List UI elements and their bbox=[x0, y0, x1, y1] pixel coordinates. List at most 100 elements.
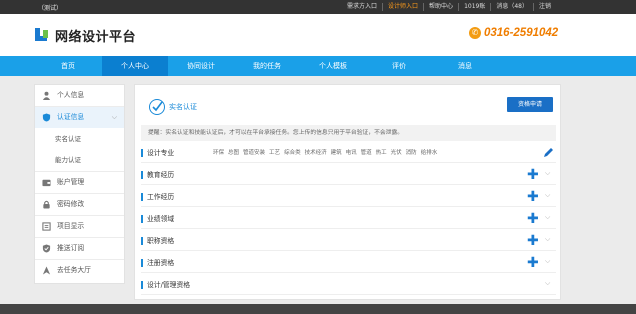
section-row-work: 工作经历 ✚ ⌵ bbox=[141, 187, 556, 207]
specialty-tag: 给排水 bbox=[420, 150, 438, 156]
sidebar-item-label: 项目显示 bbox=[57, 222, 85, 230]
specialty-tag: 环保 bbox=[213, 150, 225, 156]
chevron-down-icon[interactable]: ⌵ bbox=[545, 191, 550, 200]
user-icon bbox=[42, 91, 51, 100]
list-icon bbox=[42, 222, 51, 231]
sidebar-item-label: 推送订阅 bbox=[57, 244, 85, 252]
section-marker bbox=[141, 281, 143, 289]
shield-check-icon bbox=[42, 244, 51, 253]
sidebar-item-profile[interactable]: 个人信息 bbox=[35, 85, 124, 106]
add-icon[interactable]: ✚ bbox=[527, 256, 539, 270]
sidebar-item-subscribe[interactable]: 推送订阅 bbox=[35, 238, 124, 259]
navigate-icon bbox=[42, 266, 51, 275]
specialty-tag: 消防 bbox=[405, 150, 417, 156]
section-row-title: 职称资格 ✚ ⌵ bbox=[141, 231, 556, 251]
section-label: 教育经历 bbox=[147, 171, 175, 179]
section-label: 工作经历 bbox=[147, 193, 175, 201]
sidebar-item-account[interactable]: 账户管理 bbox=[35, 172, 124, 193]
section-marker bbox=[141, 259, 143, 267]
sidebar-subitem-realname[interactable]: 实名认证 bbox=[35, 129, 124, 149]
section-label: 业绩领域 bbox=[147, 215, 175, 223]
chevron-down-icon: ⌵ bbox=[111, 113, 117, 121]
sidebar: 个人信息 认证信息 ⌵ 实名认证 能力认证 账户管理 密码修改 项目显示 推送订… bbox=[34, 84, 125, 284]
phone-number: 0316-2591042 bbox=[484, 27, 559, 39]
section-label: 设计/管理资格 bbox=[147, 281, 191, 289]
add-icon[interactable]: ✚ bbox=[527, 234, 539, 248]
chevron-down-icon[interactable]: ⌵ bbox=[545, 235, 550, 244]
specialty-tag: 建筑 bbox=[330, 150, 342, 156]
cert-header: 实名认证 bbox=[149, 95, 197, 119]
section-row-registration: 注册资格 ✚ ⌵ bbox=[141, 253, 556, 273]
section-marker bbox=[141, 193, 143, 201]
phone-contact: ✆ 0316-2591042 bbox=[469, 27, 558, 39]
chevron-down-icon[interactable]: ⌵ bbox=[545, 257, 550, 266]
top-bar: （测试） 需求方入口 设计师入口 帮助中心 1019账 消息（48） 注销 bbox=[0, 0, 636, 14]
chevron-down-icon[interactable]: ⌵ bbox=[545, 213, 550, 222]
sidebar-item-label: 账户管理 bbox=[57, 178, 85, 186]
specialty-tag: 光伏 bbox=[390, 150, 402, 156]
top-link-messages[interactable]: 消息（48） bbox=[490, 3, 533, 11]
shield-icon bbox=[42, 113, 51, 122]
nav-reviews[interactable]: 评价 bbox=[366, 56, 432, 76]
top-link-account[interactable]: 1019账 bbox=[458, 3, 490, 11]
notice-text: 提醒：实名认证和技能认证后，才可以在平台承接任务。您上传的信息只用于平台验证，不… bbox=[141, 125, 556, 141]
specialty-tag: 热工 bbox=[375, 150, 387, 156]
sidebar-item-password[interactable]: 密码修改 bbox=[35, 194, 124, 215]
environment-label: （测试） bbox=[38, 5, 63, 12]
edit-pen-icon[interactable] bbox=[543, 147, 554, 158]
section-row-education: 教育经历 ✚ ⌵ bbox=[141, 165, 556, 185]
footer bbox=[0, 304, 636, 314]
nav-collab-design[interactable]: 协同设计 bbox=[168, 56, 234, 76]
top-link-buyer[interactable]: 需求方入口 bbox=[342, 3, 382, 11]
header: 网络设计平台 ✆ 0316-2591042 bbox=[0, 14, 636, 56]
nav-templates[interactable]: 个人模板 bbox=[300, 56, 366, 76]
top-links: 需求方入口 设计师入口 帮助中心 1019账 消息（48） 注销 bbox=[342, 3, 556, 11]
sidebar-item-label: 去任务大厅 bbox=[57, 266, 91, 274]
sidebar-subitem-ability[interactable]: 能力认证 bbox=[35, 150, 124, 170]
specialty-tag: 综合类 bbox=[284, 150, 301, 156]
sidebar-item-projects[interactable]: 项目显示 bbox=[35, 216, 124, 237]
sidebar-item-certification[interactable]: 认证信息 ⌵ bbox=[35, 107, 124, 128]
section-marker bbox=[141, 149, 143, 157]
specialty-tag: 管道安装 bbox=[243, 150, 266, 156]
main-panel: 实名认证 资格申请 提醒：实名认证和技能认证后，才可以在平台承接任务。您上传的信… bbox=[134, 84, 561, 300]
add-icon[interactable]: ✚ bbox=[527, 190, 539, 204]
section-label: 设计专业 bbox=[147, 149, 175, 157]
top-link-help[interactable]: 帮助中心 bbox=[423, 3, 458, 11]
specialty-tag: 技术经济 bbox=[304, 150, 327, 156]
logo-icon[interactable] bbox=[34, 27, 50, 43]
sidebar-item-task-hall[interactable]: 去任务大厅 bbox=[35, 260, 124, 281]
section-label: 职称资格 bbox=[147, 237, 175, 245]
section-marker bbox=[141, 215, 143, 223]
section-row-performance: 业绩领域 ✚ ⌵ bbox=[141, 209, 556, 229]
specialty-tags: 环保 总图 管道安装 工艺 综合类 技术经济 建筑 电讯 管道 热工 光伏 消防… bbox=[213, 143, 437, 163]
cert-title: 实名认证 bbox=[169, 103, 197, 111]
main-nav: 首页 个人中心 协同设计 我的任务 个人模板 评价 消息 bbox=[0, 56, 636, 76]
top-link-logout[interactable]: 注销 bbox=[532, 3, 556, 11]
section-marker bbox=[141, 237, 143, 245]
nav-home[interactable]: 首页 bbox=[34, 56, 102, 76]
add-icon[interactable]: ✚ bbox=[527, 212, 539, 226]
sidebar-item-label: 个人信息 bbox=[57, 91, 85, 99]
add-icon[interactable]: ✚ bbox=[527, 168, 539, 182]
check-circle-icon bbox=[149, 99, 165, 115]
top-link-designer[interactable]: 设计师入口 bbox=[382, 3, 423, 11]
phone-icon: ✆ bbox=[469, 27, 481, 39]
nav-personal-center[interactable]: 个人中心 bbox=[102, 56, 168, 76]
section-marker bbox=[141, 171, 143, 179]
section-label: 注册资格 bbox=[147, 259, 175, 267]
sidebar-item-label: 认证信息 bbox=[57, 113, 85, 121]
section-row-design-management: 设计/管理资格 ⌵ bbox=[141, 275, 556, 295]
chevron-down-icon[interactable]: ⌵ bbox=[545, 169, 550, 178]
nav-my-tasks[interactable]: 我的任务 bbox=[234, 56, 300, 76]
specialty-tag: 电讯 bbox=[345, 150, 357, 156]
specialty-tag: 工艺 bbox=[269, 150, 281, 156]
wallet-icon bbox=[42, 179, 51, 187]
specialty-tag: 管道 bbox=[360, 150, 372, 156]
sidebar-item-label: 密码修改 bbox=[57, 200, 85, 208]
chevron-down-icon[interactable]: ⌵ bbox=[545, 279, 550, 288]
site-title[interactable]: 网络设计平台 bbox=[55, 26, 136, 45]
lock-icon bbox=[43, 200, 50, 209]
apply-qualification-button[interactable]: 资格申请 bbox=[507, 97, 553, 112]
nav-messages[interactable]: 消息 bbox=[432, 56, 498, 76]
